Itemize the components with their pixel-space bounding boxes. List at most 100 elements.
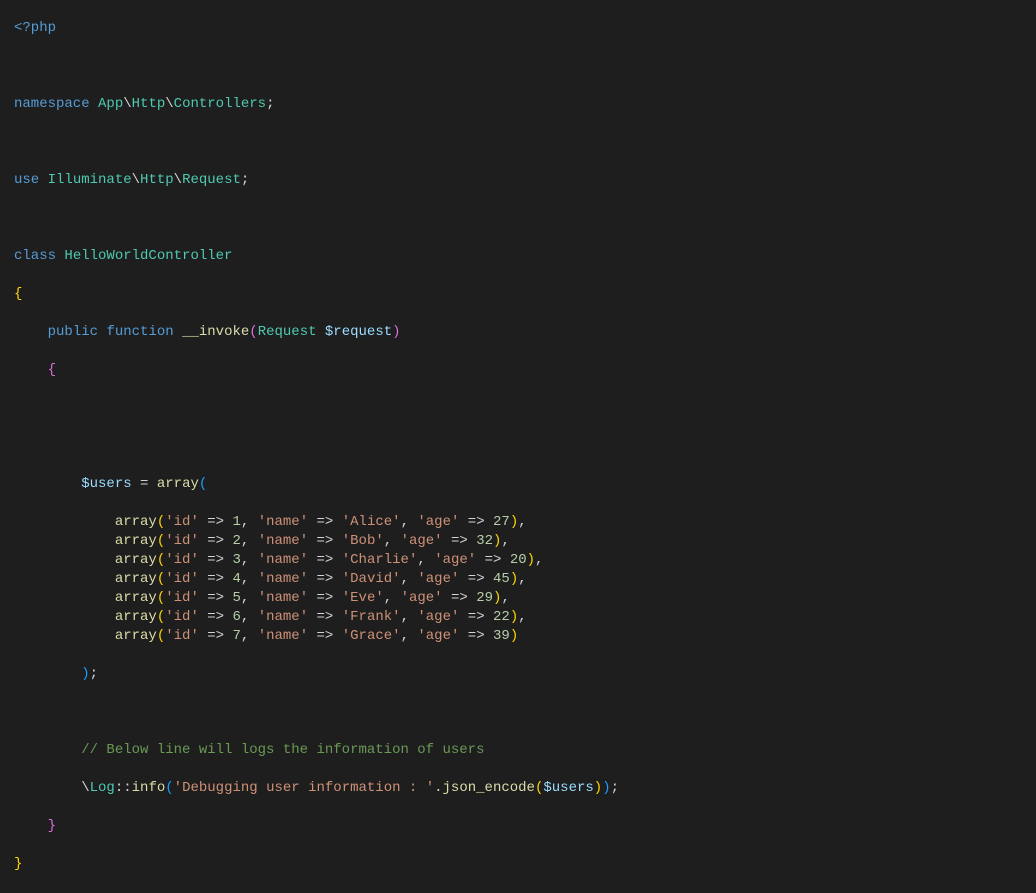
id-value: 3: [232, 552, 240, 568]
code-line: // Below line will logs the information …: [14, 741, 1022, 760]
age-value: 39: [493, 628, 510, 644]
code-line: public function __invoke(Request $reques…: [14, 323, 1022, 342]
paren-open: (: [249, 324, 257, 340]
code-line: [14, 399, 1022, 418]
code-line: {: [14, 361, 1022, 380]
key-age: 'age': [401, 533, 443, 549]
code-line: [14, 133, 1022, 152]
array-function: array: [115, 609, 157, 625]
code-editor[interactable]: <?php namespace App\Http\Controllers; us…: [0, 0, 1036, 893]
age-value: 32: [476, 533, 493, 549]
code-line: );: [14, 665, 1022, 684]
namespace-segment: App: [98, 96, 123, 112]
code-line: {: [14, 285, 1022, 304]
key-id: 'id': [165, 628, 199, 644]
code-line: $users = array(: [14, 475, 1022, 494]
key-age: 'age': [434, 552, 476, 568]
use-keyword: use: [14, 172, 39, 188]
paren-close: ): [392, 324, 400, 340]
code-line: }: [14, 855, 1022, 874]
key-age: 'age': [401, 590, 443, 606]
id-value: 1: [232, 514, 240, 530]
name-value: 'Eve': [342, 590, 384, 606]
brace-open: {: [48, 362, 56, 378]
key-age: 'age': [417, 514, 459, 530]
code-line: [14, 209, 1022, 228]
key-age: 'age': [417, 571, 459, 587]
array-row: array('id' => 5, 'name' => 'Eve', 'age' …: [14, 589, 1022, 608]
code-line: namespace App\Http\Controllers;: [14, 95, 1022, 114]
key-name: 'name': [258, 609, 308, 625]
key-id: 'id': [165, 514, 199, 530]
paren-open: (: [199, 476, 207, 492]
function-name: __invoke: [182, 324, 249, 340]
array-row: array('id' => 2, 'name' => 'Bob', 'age' …: [14, 532, 1022, 551]
array-row: array('id' => 7, 'name' => 'Grace', 'age…: [14, 627, 1022, 646]
param-variable: $request: [325, 324, 392, 340]
array-row: array('id' => 6, 'name' => 'Frank', 'age…: [14, 608, 1022, 627]
class-name: HelloWorldController: [64, 248, 232, 264]
id-value: 2: [232, 533, 240, 549]
log-class: Log: [90, 780, 115, 796]
code-line: }: [14, 817, 1022, 836]
id-value: 7: [232, 628, 240, 644]
json-encode-function: json_encode: [443, 780, 535, 796]
array-function: array: [115, 628, 157, 644]
code-line: [14, 57, 1022, 76]
use-segment: Http: [140, 172, 174, 188]
code-line: <?php: [14, 19, 1022, 38]
id-value: 6: [232, 609, 240, 625]
php-open-tag: <?php: [14, 20, 56, 36]
key-age: 'age': [417, 609, 459, 625]
key-name: 'name': [258, 533, 308, 549]
array-function: array: [115, 533, 157, 549]
age-value: 20: [510, 552, 527, 568]
use-segment: Request: [182, 172, 241, 188]
array-function: array: [157, 476, 199, 492]
array-function: array: [115, 590, 157, 606]
age-value: 27: [493, 514, 510, 530]
name-value: 'Frank': [342, 609, 401, 625]
class-keyword: class: [14, 248, 56, 264]
array-row: array('id' => 1, 'name' => 'Alice', 'age…: [14, 513, 1022, 532]
namespace-keyword: namespace: [14, 96, 90, 112]
age-value: 22: [493, 609, 510, 625]
name-value: 'Grace': [342, 628, 401, 644]
namespace-segment: Controllers: [174, 96, 266, 112]
param-type: Request: [258, 324, 317, 340]
key-id: 'id': [165, 533, 199, 549]
brace-open: {: [14, 286, 22, 302]
users-variable: $users: [81, 476, 131, 492]
id-value: 4: [232, 571, 240, 587]
key-id: 'id': [165, 590, 199, 606]
array-function: array: [115, 571, 157, 587]
comment: // Below line will logs the information …: [81, 742, 484, 758]
log-string: 'Debugging user information : ': [174, 780, 434, 796]
code-line: use Illuminate\Http\Request;: [14, 171, 1022, 190]
function-keyword: function: [106, 324, 173, 340]
key-id: 'id': [165, 609, 199, 625]
code-line: [14, 703, 1022, 722]
name-value: 'Bob': [342, 533, 384, 549]
key-id: 'id': [165, 571, 199, 587]
code-line: class HelloWorldController: [14, 247, 1022, 266]
array-function: array: [115, 514, 157, 530]
name-value: 'Alice': [342, 514, 401, 530]
brace-close: }: [14, 856, 22, 872]
users-variable: $users: [543, 780, 593, 796]
key-name: 'name': [258, 628, 308, 644]
use-segment: Illuminate: [48, 172, 132, 188]
age-value: 45: [493, 571, 510, 587]
key-name: 'name': [258, 514, 308, 530]
id-value: 5: [232, 590, 240, 606]
log-method: info: [132, 780, 166, 796]
key-id: 'id': [165, 552, 199, 568]
public-keyword: public: [48, 324, 98, 340]
array-function: array: [115, 552, 157, 568]
brace-close: }: [48, 818, 56, 834]
key-age: 'age': [417, 628, 459, 644]
code-line: [14, 437, 1022, 456]
key-name: 'name': [258, 552, 308, 568]
array-row: array('id' => 3, 'name' => 'Charlie', 'a…: [14, 551, 1022, 570]
name-value: 'Charlie': [342, 552, 418, 568]
